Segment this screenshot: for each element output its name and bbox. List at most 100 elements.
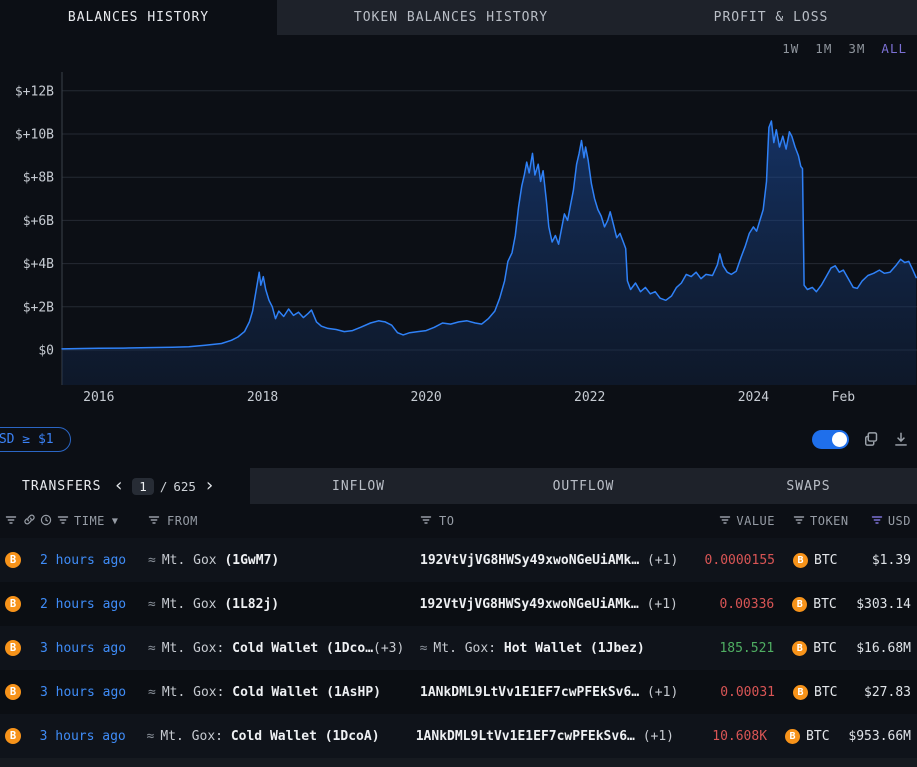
- filter-icon[interactable]: [793, 514, 805, 529]
- y-axis-tick: $+10B: [15, 128, 54, 143]
- filter-icon[interactable]: [420, 514, 432, 529]
- to-entity: Mt. Gox:: [433, 641, 503, 656]
- x-axis-tick: 2020: [410, 390, 441, 405]
- x-axis-tick: 2018: [247, 390, 278, 405]
- column-header-value[interactable]: VALUE: [736, 514, 775, 528]
- clock-icon[interactable]: [40, 514, 52, 529]
- app-root: BALANCES HISTORY TOKEN BALANCES HISTORY …: [0, 0, 917, 767]
- token-symbol: BTC: [814, 553, 837, 568]
- filter-icon-active[interactable]: [871, 514, 883, 529]
- to-address: 192VtVjVG8HWSy49xwoNGeUiAMk…: [420, 597, 639, 612]
- to-extra-count: (+1): [639, 685, 678, 700]
- column-header-usd[interactable]: USD: [888, 514, 911, 528]
- to-address: 192VtVjVG8HWSy49xwoNGeUiAMk…: [420, 553, 639, 568]
- entity-icon: ≈: [148, 553, 156, 568]
- transfer-value: 185.521: [719, 641, 774, 656]
- transaction-time-link[interactable]: 3 hours ago: [40, 729, 126, 744]
- btc-token-icon: B: [5, 684, 21, 700]
- column-header-to[interactable]: TO: [439, 514, 454, 528]
- tab-swaps[interactable]: SWAPS: [700, 468, 917, 504]
- transfers-table-body: B 2 hours ago ≈ Mt. Gox (1GwM7) 192VtVjVG8HW…: [0, 538, 917, 758]
- from-entity: Mt. Gox:: [160, 729, 230, 744]
- page-prev-icon[interactable]: ‹: [111, 477, 126, 495]
- table-row[interactable]: B3 hours ago≈Mt. Gox: Cold Wallet (1DcoA…: [0, 714, 917, 758]
- token-symbol: BTC: [806, 729, 829, 744]
- table-row[interactable]: B3 hours ago≈Mt. Gox: Cold Wallet (1AsHP…: [0, 670, 917, 714]
- filter-icon[interactable]: [719, 514, 731, 529]
- to-link[interactable]: 192VtVjVG8HWSy49xwoNGeUiAMk… (+1): [420, 553, 678, 568]
- from-link[interactable]: Mt. Gox: Cold Wallet (1Dco…(+3): [162, 641, 405, 656]
- chevron-down-icon[interactable]: ▼: [112, 516, 119, 527]
- usd-filter-pill[interactable]: USD ≥ $1: [0, 427, 71, 452]
- range-1m[interactable]: 1M: [815, 41, 832, 56]
- btc-token-icon: B: [792, 597, 807, 612]
- from-address: Cold Wallet (1Dco…: [232, 641, 373, 656]
- copy-icon[interactable]: [863, 431, 879, 447]
- table-tabbar: TRANSFERS ‹ 1 / 625 › INFLOW OUTFLOW SWA…: [0, 468, 917, 504]
- tab-profit-loss[interactable]: PROFIT & LOSS: [625, 0, 917, 35]
- transaction-time-link[interactable]: 2 hours ago: [40, 553, 126, 568]
- from-address: Cold Wallet (1AsHP): [232, 685, 381, 700]
- table-row[interactable]: B 3 hours ago ≈ Mt. Gox: Cold Wallet (1Dco……: [0, 626, 917, 670]
- column-header-time[interactable]: TIME: [74, 514, 105, 528]
- y-axis-tick: $+6B: [23, 214, 54, 229]
- tab-inflow[interactable]: INFLOW: [250, 468, 467, 504]
- token-symbol: BTC: [814, 685, 837, 700]
- from-link[interactable]: Mt. Gox: Cold Wallet (1AsHP): [162, 685, 381, 700]
- btc-token-icon: B: [5, 596, 21, 612]
- btc-token-icon: B: [5, 728, 21, 744]
- to-link[interactable]: 1ANkDML9LtVv1E1EF7cwPFEkSv6… (+1): [420, 685, 678, 700]
- from-link[interactable]: Mt. Gox (1GwM7): [162, 553, 279, 568]
- to-link[interactable]: 192VtVjVG8HWSy49xwoNGeUiAMk… (+1): [420, 597, 678, 612]
- link-icon[interactable]: [23, 513, 36, 529]
- tab-outflow[interactable]: OUTFLOW: [467, 468, 700, 504]
- to-link[interactable]: 1ANkDML9LtVv1E1EF7cwPFEkSv6… (+1): [416, 729, 674, 744]
- to-address: Hot Wallet (1Jbez): [504, 641, 645, 656]
- time-range-selector: 1W 1M 3M ALL: [0, 35, 917, 62]
- to-address: 1ANkDML9LtVv1E1EF7cwPFEkSv6…: [420, 685, 639, 700]
- tab-token-balances-history[interactable]: TOKEN BALANCES HISTORY: [277, 0, 625, 35]
- column-header-from[interactable]: FROM: [167, 514, 198, 528]
- next-row-edge: [0, 758, 917, 767]
- download-icon[interactable]: [893, 431, 909, 447]
- x-axis-tick: 2024: [738, 390, 769, 405]
- transaction-time-link[interactable]: 3 hours ago: [40, 641, 126, 656]
- range-1w[interactable]: 1W: [782, 41, 799, 56]
- entity-icon: ≈: [148, 641, 156, 656]
- entity-icon: ≈: [420, 641, 428, 656]
- toggle-knob: [832, 432, 847, 447]
- range-all[interactable]: ALL: [881, 41, 907, 56]
- range-3m[interactable]: 3M: [848, 41, 865, 56]
- y-axis-tick: $+4B: [23, 257, 54, 272]
- chart-footer-bar: USD ≥ $1: [0, 410, 917, 468]
- chart-toggle-switch[interactable]: [812, 430, 849, 449]
- usd-value: $27.83: [864, 685, 911, 700]
- btc-token-icon: B: [792, 641, 807, 656]
- page-separator: /: [160, 479, 168, 494]
- transfers-tab-label: TRANSFERS: [22, 479, 101, 494]
- tab-transfers[interactable]: TRANSFERS ‹ 1 / 625 ›: [0, 468, 250, 504]
- table-row[interactable]: B2 hours ago≈Mt. Gox (1GwM7)192VtVjVG8HW…: [0, 538, 917, 582]
- transaction-time-link[interactable]: 2 hours ago: [40, 597, 126, 612]
- btc-token-icon: B: [785, 729, 800, 744]
- table-row[interactable]: B 2 hours ago ≈ Mt. Gox (1L82j) 192VtVjVG8HW…: [0, 582, 917, 626]
- filter-icon[interactable]: [5, 514, 17, 529]
- to-link[interactable]: Mt. Gox: Hot Wallet (1Jbez): [433, 641, 644, 656]
- from-link[interactable]: Mt. Gox (1L82j): [162, 597, 279, 612]
- from-link[interactable]: Mt. Gox: Cold Wallet (1DcoA): [160, 729, 379, 744]
- column-header-token[interactable]: TOKEN: [810, 514, 849, 528]
- transfer-value: 0.00031: [720, 685, 775, 700]
- from-address: (1L82j): [224, 597, 279, 612]
- page-next-icon[interactable]: ›: [202, 477, 217, 495]
- transaction-time-link[interactable]: 3 hours ago: [40, 685, 126, 700]
- tab-balances-history[interactable]: BALANCES HISTORY: [0, 0, 277, 35]
- filter-icon[interactable]: [57, 514, 69, 529]
- x-axis-tick: 2022: [574, 390, 605, 405]
- usd-value: $1.39: [872, 553, 911, 568]
- filter-icon[interactable]: [148, 514, 160, 529]
- top-tabbar: BALANCES HISTORY TOKEN BALANCES HISTORY …: [0, 0, 917, 35]
- y-axis-tick: $0: [38, 344, 54, 359]
- y-axis-tick: $+8B: [23, 171, 54, 186]
- entity-icon: ≈: [148, 597, 156, 612]
- x-axis-tick: Feb: [832, 390, 856, 405]
